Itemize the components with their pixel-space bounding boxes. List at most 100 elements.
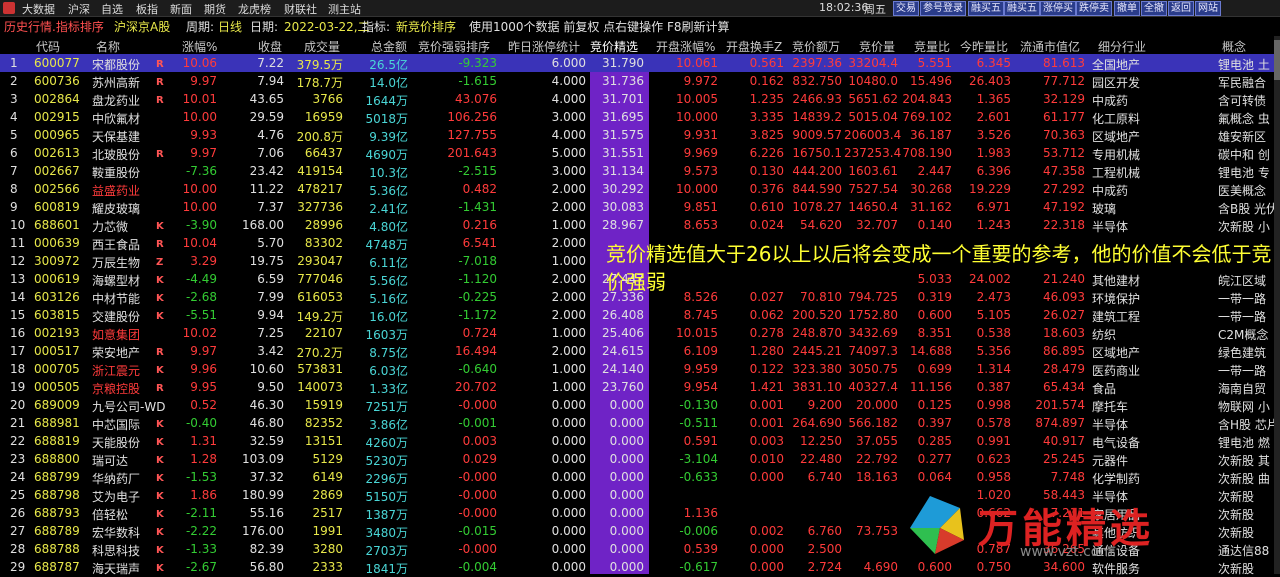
row-volume: 379.5万 — [296, 58, 343, 72]
row-volume-ratio: 31.162 — [910, 200, 952, 214]
row-open-change: -0.130 — [679, 398, 718, 412]
col-header-open-turnover[interactable]: 开盘换手Z — [726, 38, 782, 55]
table-row[interactable]: 2 600736 苏州高新 9.97 7.94 178.7万 14.0亿 -1.615 4.00… — [0, 72, 1280, 90]
row-volume: 419154 — [297, 164, 343, 178]
row-auction-strength: 0.029 — [462, 452, 497, 466]
col-header-today-yest-ratio[interactable]: 今昨量比 — [960, 38, 1008, 55]
cancel-all-button[interactable]: 全撤 — [1141, 1, 1167, 16]
row-close: 7.94 — [257, 74, 284, 88]
row-name: 京粮控股 — [92, 382, 141, 396]
menu-item-banzhi[interactable]: 板指 — [136, 1, 158, 17]
row-auction-strength: -0.000 — [458, 488, 497, 502]
table-row[interactable]: 15 603815 交建股份 -5.51 9.94 149.2万 16.0亿 -1.172 2.… — [0, 306, 1280, 324]
title-period[interactable]: 日线 — [218, 18, 242, 35]
col-header-name[interactable]: 名称 — [96, 38, 120, 55]
row-flag-badge: K — [156, 491, 164, 502]
col-header-close[interactable]: 收盘 — [258, 38, 282, 55]
col-header-auction-strength[interactable]: 竞价强弱排序 — [418, 38, 490, 55]
table-row[interactable]: 9 600819 耀皮玻璃 10.00 7.37 327736 2.41亿 -1.431 2.0… — [0, 198, 1280, 216]
menu-item-qihuo[interactable]: 期货 — [204, 1, 226, 17]
col-header-open-change[interactable]: 开盘涨幅% — [656, 38, 715, 55]
row-limitup-stat: 0.000 — [551, 470, 586, 484]
row-name: 宏华数科 — [92, 526, 141, 540]
title-date[interactable]: 2022-03-22,二 — [284, 18, 370, 35]
table-row[interactable]: 4 002915 中欣氟材 10.00 29.59 16959 5018万 106.256 3.… — [0, 108, 1280, 126]
row-flag-badge: Z — [156, 257, 164, 268]
row-open-turnover: 0.122 — [749, 362, 784, 376]
margin-buy5-button[interactable]: 融买五 — [1004, 1, 1040, 16]
row-open-turnover: 0.130 — [749, 164, 784, 178]
table-row[interactable]: 5 000965 天保基建 9.93 4.76 200.8万 9.39亿 127.755 4.0… — [0, 126, 1280, 144]
row-today-yest-ratio: 6.971 — [976, 200, 1011, 214]
row-code: 688798 — [34, 488, 80, 502]
cancel-order-button[interactable]: 撤单 — [1114, 1, 1140, 16]
back-button[interactable]: 返回 — [1168, 1, 1194, 16]
row-concept: 碳中和 创 — [1218, 148, 1270, 162]
table-row[interactable]: 7 002667 鞍重股份 -7.36 23.42 419154 10.3亿 -2.515 3.… — [0, 162, 1280, 180]
table-row[interactable]: 24 688799 华纳药厂 -1.53 37.32 6149 2296万 -0.000 0.0… — [0, 468, 1280, 486]
col-header-concept[interactable]: 概念 — [1222, 38, 1246, 55]
table-row[interactable]: 17 000517 荣安地产 9.97 3.42 270.2万 8.75亿 16.494 2.0… — [0, 342, 1280, 360]
limit-down-sell-button[interactable]: 跌停卖 — [1076, 1, 1112, 16]
row-industry: 电气设备 — [1092, 436, 1141, 450]
row-auction-volume: 5651.62 — [848, 92, 898, 106]
trade-button[interactable]: 交易 — [893, 1, 919, 16]
col-header-industry[interactable]: 细分行业 — [1098, 38, 1146, 55]
table-row[interactable]: 6 002613 北玻股份 9.97 7.06 66437 4690万 201.643 5.00… — [0, 144, 1280, 162]
row-volume-ratio: 14.688 — [910, 344, 952, 358]
table-row[interactable]: 23 688800 瑞可达 1.28 103.09 5129 5230万 0.029 0.000… — [0, 450, 1280, 468]
col-header-change[interactable]: 涨幅% — [182, 38, 217, 55]
title-indicator[interactable]: 新竞价排序 — [396, 18, 456, 35]
website-button[interactable]: 网站 — [1195, 1, 1221, 16]
limit-up-buy-button[interactable]: 涨停买 — [1040, 1, 1076, 16]
table-row[interactable]: 21 688981 中芯国际 -0.40 46.80 82352 3.86亿 -0.001 0.… — [0, 414, 1280, 432]
row-auction-strength: -0.004 — [458, 560, 497, 574]
menu-item-longhubang[interactable]: 龙虎榜 — [238, 1, 271, 17]
row-index: 17 — [10, 344, 26, 358]
row-auction-strength: -0.225 — [458, 290, 497, 304]
col-header-float-cap[interactable]: 流通市值亿 — [1020, 38, 1080, 55]
menu-item-hushen[interactable]: 沪深 — [68, 1, 90, 17]
margin-buy-button[interactable]: 融买五 — [968, 1, 1004, 16]
table-row[interactable]: 22 688819 天能股份 1.31 32.59 13151 4260万 0.003 0.00… — [0, 432, 1280, 450]
row-volume: 777046 — [297, 272, 343, 286]
login-button[interactable]: 参号登录 — [920, 1, 966, 16]
row-open-turnover: 0.024 — [749, 218, 784, 232]
row-flag-badge: K — [156, 455, 164, 466]
row-index: 26 — [10, 506, 26, 520]
table-row[interactable]: 19 000505 京粮控股 9.95 9.50 140073 1.33亿 20.702 1.0… — [0, 378, 1280, 396]
title-period-label: 周期: — [186, 20, 215, 34]
menu-item-cailianshe[interactable]: 财联社 — [284, 1, 317, 17]
col-header-limitup-stat[interactable]: 昨日涨停统计 — [508, 38, 580, 55]
scrollbar-thumb[interactable] — [1274, 40, 1280, 80]
table-row[interactable]: 1 600077 宋都股份 10.06 7.22 379.5万 26.5亿 -9.323 6.0… — [0, 54, 1280, 72]
col-header-volume[interactable]: 成交量 — [304, 38, 340, 55]
row-float-cap: 70.363 — [1043, 128, 1085, 142]
table-row[interactable]: 8 002566 益盛药业 10.00 11.22 478217 5.36亿 0.482 2.0… — [0, 180, 1280, 198]
col-header-code[interactable]: 代码 — [36, 38, 60, 55]
row-flag-badge: K — [156, 527, 164, 538]
row-open-change: 10.000 — [676, 110, 718, 124]
menu-item-zixuan[interactable]: 自选 — [101, 1, 123, 17]
title-market[interactable]: 沪深京A股 — [114, 18, 170, 35]
table-row[interactable]: 18 000705 浙江震元 9.96 10.60 573831 6.03亿 -0.640 1.… — [0, 360, 1280, 378]
table-row[interactable]: 10 688601 力芯微 -3.90 168.00 28996 4.80亿 0.216 1.0… — [0, 216, 1280, 234]
row-amount: 1.33亿 — [369, 382, 408, 396]
col-header-amount[interactable]: 总金额 — [371, 38, 407, 55]
table-row[interactable]: 3 002864 盘龙药业 10.01 43.65 3766 1644万 43.076 4.00… — [0, 90, 1280, 108]
row-index: 1 — [10, 56, 18, 70]
row-open-change: -0.617 — [679, 560, 718, 574]
table-row[interactable]: 20 689009 九号公司-WD 0.52 46.30 15919 7251万 -0.000… — [0, 396, 1280, 414]
row-auction-amount: 14839.2 — [792, 110, 842, 124]
col-header-auction-amount[interactable]: 竞价额万 — [792, 38, 840, 55]
row-close: 7.25 — [257, 326, 284, 340]
menu-item-cezhuzhan[interactable]: 测主站 — [328, 1, 361, 17]
col-header-volume-ratio[interactable]: 竞量比 — [914, 38, 950, 55]
col-header-auction-select[interactable]: 竞价精选 — [590, 38, 638, 55]
menu-item-bigdata[interactable]: 大数据 — [22, 1, 55, 17]
table-row[interactable]: 16 002193 如意集团 10.02 7.25 22107 1603万 0.724 1.00… — [0, 324, 1280, 342]
col-header-auction-volume[interactable]: 竞价量 — [859, 38, 895, 55]
row-concept: 锂电池 燃 — [1218, 436, 1270, 450]
row-float-cap: 47.358 — [1043, 164, 1085, 178]
menu-item-xinmian[interactable]: 新面 — [170, 1, 192, 17]
